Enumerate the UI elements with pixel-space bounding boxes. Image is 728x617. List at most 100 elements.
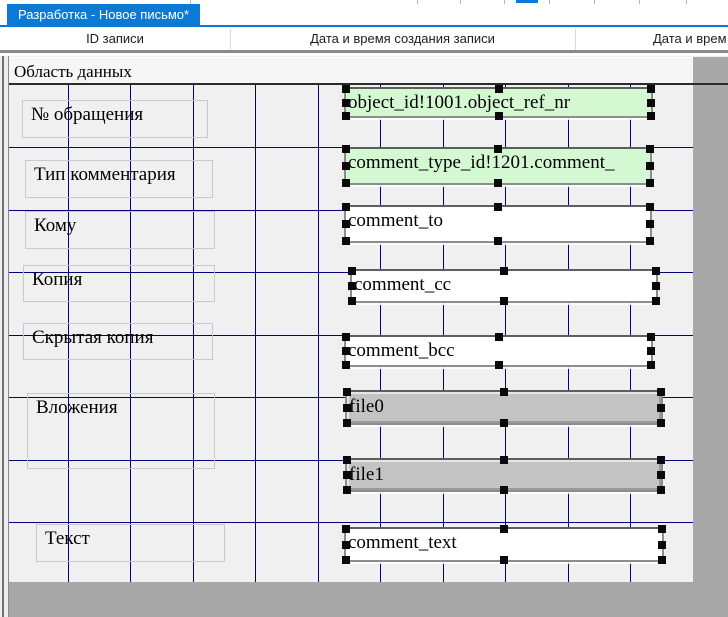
selection-handle[interactable] bbox=[342, 556, 350, 564]
selection-handle[interactable] bbox=[494, 145, 502, 153]
selection-handle[interactable] bbox=[657, 471, 665, 479]
selection-handle[interactable] bbox=[342, 85, 350, 93]
selection-handle[interactable] bbox=[342, 179, 350, 187]
selection-handle[interactable] bbox=[342, 333, 350, 341]
toolbar-edge-mark bbox=[549, 0, 550, 4]
field-comment-cc[interactable]: comment_cc bbox=[350, 269, 658, 303]
field-file1[interactable]: file1 bbox=[345, 458, 663, 492]
selection-handle[interactable] bbox=[342, 145, 350, 153]
toolbar-edge-mark bbox=[686, 0, 687, 4]
toolbar-edge-mark-active bbox=[516, 0, 538, 3]
selection-handle[interactable] bbox=[494, 203, 502, 211]
selection-handle[interactable] bbox=[500, 388, 508, 396]
selection-handle[interactable] bbox=[495, 361, 503, 369]
label-bcc[interactable]: Скрытая копия bbox=[23, 323, 213, 360]
selection-handle[interactable] bbox=[342, 203, 350, 211]
selection-handle[interactable] bbox=[348, 282, 356, 290]
selection-handle[interactable] bbox=[652, 282, 660, 290]
selection-handle[interactable] bbox=[647, 112, 655, 120]
selection-handle[interactable] bbox=[647, 361, 655, 369]
selection-handle[interactable] bbox=[500, 267, 508, 275]
selection-handle[interactable] bbox=[343, 388, 351, 396]
label-text: Вложения bbox=[36, 397, 118, 418]
selection-handle[interactable] bbox=[342, 99, 350, 107]
field-comment-text[interactable]: comment_text bbox=[344, 527, 664, 562]
selection-handle[interactable] bbox=[652, 267, 660, 275]
label-attachments[interactable]: Вложения bbox=[27, 393, 215, 469]
selection-handle[interactable] bbox=[343, 486, 351, 494]
selection-handle[interactable] bbox=[646, 145, 654, 153]
toolbar-edge-mark bbox=[639, 0, 640, 4]
selection-handle[interactable] bbox=[646, 237, 654, 245]
selection-handle[interactable] bbox=[658, 556, 666, 564]
selection-handle[interactable] bbox=[494, 237, 502, 245]
selection-handle[interactable] bbox=[647, 333, 655, 341]
selection-handle[interactable] bbox=[343, 456, 351, 464]
selection-handle[interactable] bbox=[657, 486, 665, 494]
design-surface[interactable]: Область данных № обращения Тип комментар… bbox=[0, 56, 728, 617]
selection-handle[interactable] bbox=[343, 419, 351, 427]
selection-handle[interactable] bbox=[348, 267, 356, 275]
tab-development-new-letter[interactable]: Разработка - Новое письмо* bbox=[7, 4, 200, 25]
selection-handle[interactable] bbox=[500, 297, 508, 305]
selection-handle[interactable] bbox=[343, 471, 351, 479]
selection-handle[interactable] bbox=[647, 99, 655, 107]
column-header-created-datetime[interactable]: Дата и время создания записи bbox=[230, 31, 575, 46]
selection-handle[interactable] bbox=[657, 419, 665, 427]
selection-handle[interactable] bbox=[348, 297, 356, 305]
selection-handle[interactable] bbox=[342, 237, 350, 245]
field-file0[interactable]: file0 bbox=[345, 390, 663, 425]
selection-handle[interactable] bbox=[495, 112, 503, 120]
label-text: Тип комментария bbox=[34, 164, 176, 185]
selection-handle[interactable] bbox=[342, 525, 350, 533]
selection-handle[interactable] bbox=[495, 333, 503, 341]
selection-handle[interactable] bbox=[657, 456, 665, 464]
selection-handle[interactable] bbox=[342, 220, 350, 228]
label-cc[interactable]: Копия bbox=[23, 265, 215, 302]
column-header-datetime-clipped[interactable]: Дата и врем bbox=[653, 31, 728, 46]
selection-handle[interactable] bbox=[646, 179, 654, 187]
selection-handle[interactable] bbox=[658, 525, 666, 533]
selection-handle[interactable] bbox=[500, 486, 508, 494]
toolbar-edge-mark bbox=[594, 0, 595, 4]
field-object-ref-nr[interactable]: object_id!1001.object_ref_nr bbox=[344, 87, 653, 118]
field-comment-type[interactable]: comment_type_id!1201.comment_ bbox=[344, 147, 652, 185]
band-left-edge bbox=[0, 56, 9, 617]
label-text-body[interactable]: Текст bbox=[36, 524, 225, 562]
selection-handle[interactable] bbox=[500, 525, 508, 533]
label-request-number[interactable]: № обращения bbox=[22, 100, 208, 138]
grid-line bbox=[255, 85, 256, 582]
selection-handle[interactable] bbox=[646, 220, 654, 228]
selection-handle[interactable] bbox=[657, 404, 665, 412]
selection-handle[interactable] bbox=[652, 297, 660, 305]
column-header-record-id[interactable]: ID записи bbox=[0, 31, 230, 46]
column-separator bbox=[575, 29, 576, 50]
selection-handle[interactable] bbox=[657, 388, 665, 396]
selection-handle[interactable] bbox=[647, 347, 655, 355]
label-comment-type[interactable]: Тип комментария bbox=[25, 160, 213, 198]
band-header-data-area[interactable]: Область данных bbox=[9, 57, 693, 83]
field-text: comment_type_id!1201.comment_ bbox=[346, 149, 650, 183]
selection-handle[interactable] bbox=[494, 179, 502, 187]
selection-handle[interactable] bbox=[495, 85, 503, 93]
grid-line bbox=[9, 522, 693, 523]
selection-handle[interactable] bbox=[658, 541, 666, 549]
selection-handle[interactable] bbox=[647, 85, 655, 93]
selection-handle[interactable] bbox=[500, 419, 508, 427]
field-comment-bcc[interactable]: comment_bcc bbox=[344, 335, 653, 367]
band-header-divider bbox=[2, 83, 728, 85]
selection-handle[interactable] bbox=[500, 556, 508, 564]
selection-handle[interactable] bbox=[342, 162, 350, 170]
selection-handle[interactable] bbox=[343, 404, 351, 412]
label-text: Скрытая копия bbox=[32, 327, 153, 348]
selection-handle[interactable] bbox=[646, 203, 654, 211]
selection-handle[interactable] bbox=[500, 456, 508, 464]
outside-page-area-right bbox=[693, 57, 728, 582]
selection-handle[interactable] bbox=[342, 541, 350, 549]
label-to[interactable]: Кому bbox=[25, 211, 215, 249]
selection-handle[interactable] bbox=[646, 162, 654, 170]
selection-handle[interactable] bbox=[342, 112, 350, 120]
field-comment-to[interactable]: comment_to bbox=[344, 205, 652, 243]
selection-handle[interactable] bbox=[342, 347, 350, 355]
selection-handle[interactable] bbox=[342, 361, 350, 369]
